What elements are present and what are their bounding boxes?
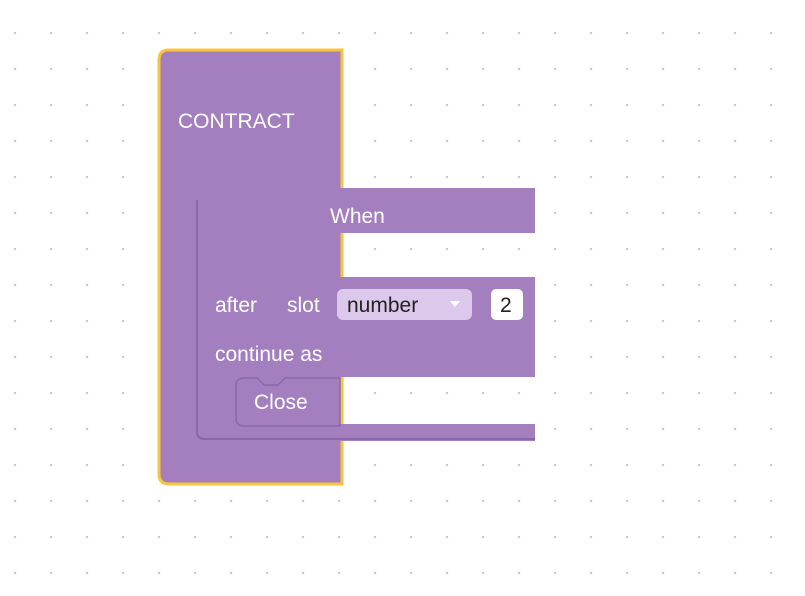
when-block-label: When <box>330 205 385 228</box>
continue-as-label: continue as <box>215 343 322 366</box>
contract-block-label: CONTRACT <box>178 110 295 133</box>
timeout-number-value: 2 <box>500 294 512 317</box>
slot-dropdown[interactable]: number <box>337 289 472 320</box>
close-block-label: Close <box>254 391 308 414</box>
timeout-number-field[interactable]: 2 <box>491 289 523 320</box>
block-canvas[interactable]: CONTRACT When after slot number 2 contin… <box>0 0 805 596</box>
slot-dropdown-value: number <box>347 294 418 317</box>
blockly-workspace[interactable]: CONTRACT When after slot number 2 contin… <box>0 0 805 596</box>
slot-label: slot <box>287 294 320 317</box>
after-label: after <box>215 294 257 317</box>
close-block[interactable]: Close <box>235 377 341 427</box>
